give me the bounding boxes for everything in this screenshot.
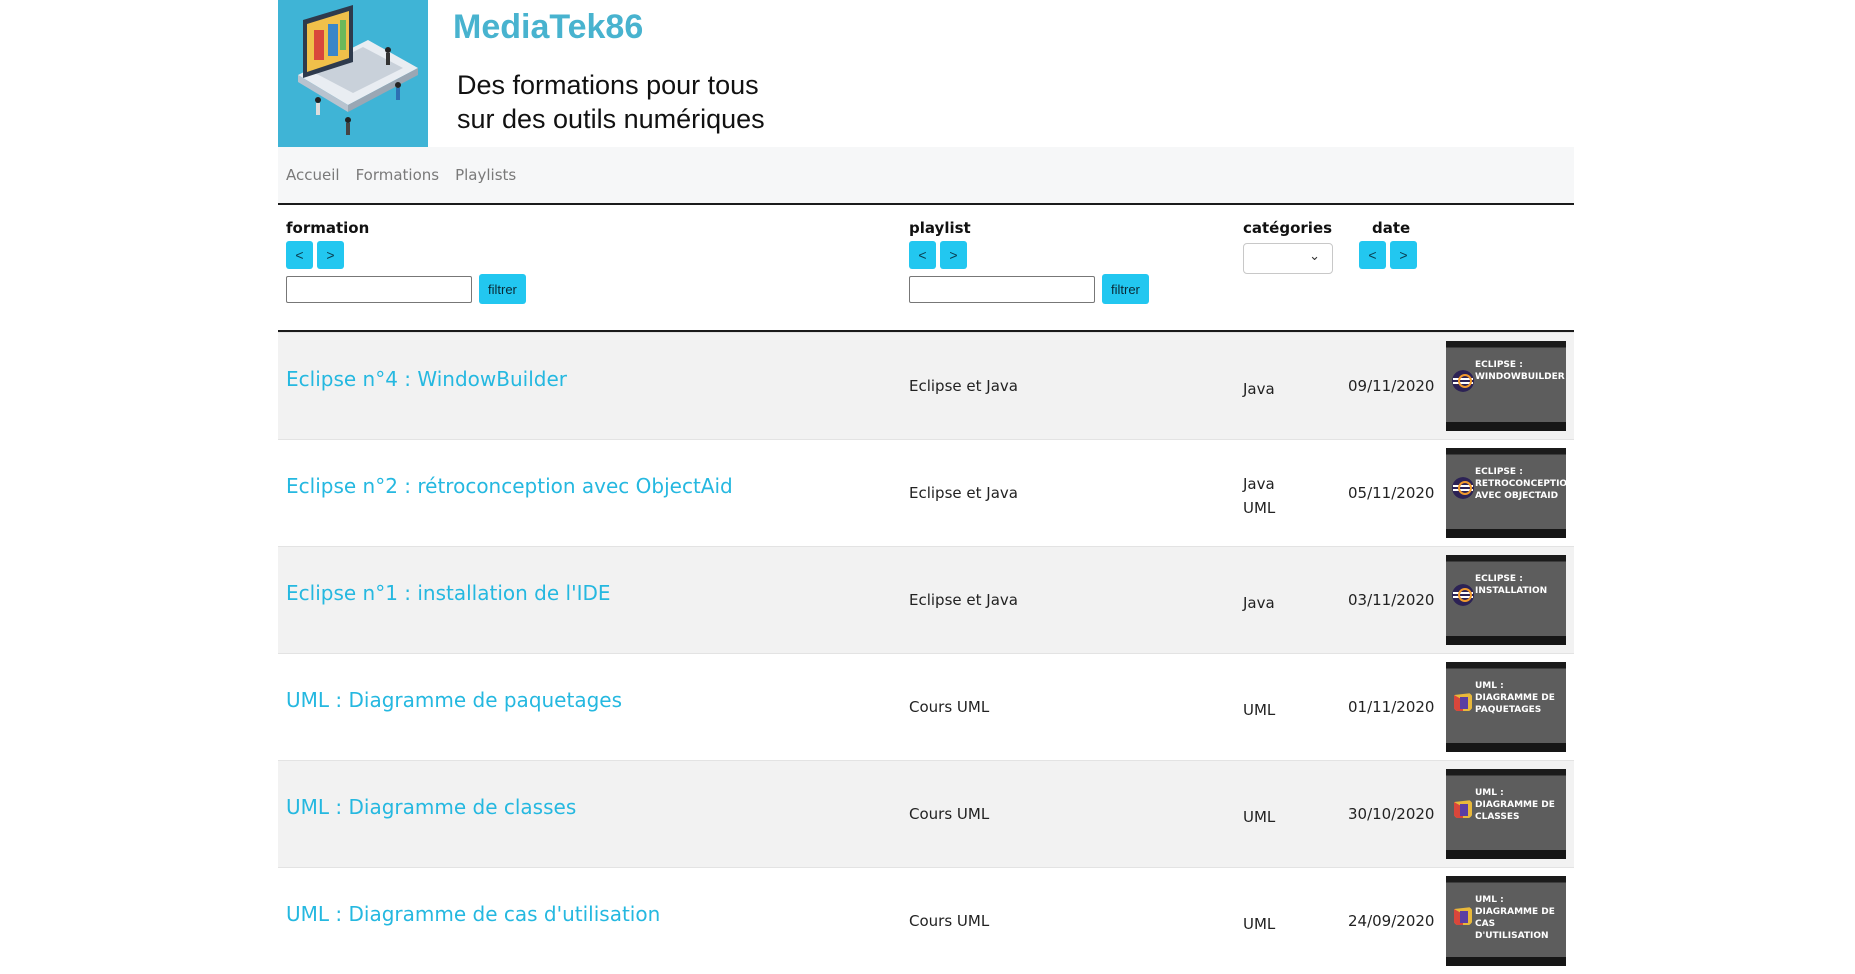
main-navbar: Accueil Formations Playlists <box>278 147 1574 203</box>
page-container: MediaTek86 Des formations pour tous sur … <box>278 0 1574 974</box>
formation-playlist: Eclipse et Java <box>909 484 1018 502</box>
eclipse-icon <box>1452 370 1474 392</box>
column-header-categories: catégories <box>1243 219 1333 237</box>
column-header-date: date <box>1372 219 1411 237</box>
formation-playlist: Eclipse et Java <box>909 377 1018 395</box>
formation-sort-desc-button[interactable]: > <box>317 241 344 269</box>
thumbnail-caption: UML : DIAGRAMME DE CLASSES <box>1475 788 1555 822</box>
formation-categories: UML <box>1243 805 1275 829</box>
eclipse-icon <box>1452 584 1474 606</box>
category-label: UML <box>1243 915 1276 933</box>
formation-filter-button[interactable]: filtrer <box>479 274 526 304</box>
formation-title-link[interactable]: UML : Diagramme de paquetages <box>286 688 622 712</box>
thumbnail-caption: UML : DIAGRAMME DE CAS D'UTILISATION <box>1475 895 1555 941</box>
uml-1-icon <box>1454 907 1472 925</box>
chevron-down-icon: ⌄ <box>1309 249 1320 264</box>
site-tagline: Des formations pour tous sur des outils … <box>457 68 765 136</box>
column-header-formation: formation <box>286 219 370 237</box>
formation-thumbnail[interactable]: UML : DIAGRAMME DE CAS D'UTILISATION <box>1446 876 1566 966</box>
site-logo[interactable] <box>278 0 428 147</box>
uml-4-icon <box>1454 693 1472 711</box>
formation-list: Eclipse n°4 : WindowBuilder Eclipse et J… <box>278 332 1574 974</box>
table-row: UML : Diagramme de paquetages Cours UML … <box>278 653 1574 760</box>
table-row: UML : Diagramme de cas d'utilisation Cou… <box>278 867 1574 974</box>
formation-title-link[interactable]: Eclipse n°2 : rétroconception avec Objec… <box>286 474 733 498</box>
column-header-playlist: playlist <box>909 219 971 237</box>
uml-3-icon <box>1454 800 1472 818</box>
category-label: UML <box>1243 701 1276 719</box>
formation-filter-input[interactable] <box>286 276 472 303</box>
formation-date: 30/10/2020 <box>1348 805 1435 823</box>
playlist-sort-desc-button[interactable]: > <box>940 241 967 269</box>
formation-title-link[interactable]: Eclipse n°1 : installation de l'IDE <box>286 581 611 605</box>
category-label: Java <box>1243 594 1275 612</box>
formation-date: 24/09/2020 <box>1348 912 1435 930</box>
table-header-filters: formation < > filtrer playlist < > filtr… <box>278 205 1574 330</box>
thumbnail-caption: UML : DIAGRAMME DE PAQUETAGES <box>1475 681 1555 715</box>
formation-thumbnail[interactable]: ECLIPSE : RETROCONCEPTION AVEC OBJECTAID <box>1446 448 1566 538</box>
formation-categories: UML <box>1243 912 1275 936</box>
tagline-line-1: Des formations pour tous <box>457 70 759 100</box>
category-label: Java <box>1243 475 1275 493</box>
formation-categories: Java <box>1243 591 1275 615</box>
formation-date: 05/11/2020 <box>1348 484 1435 502</box>
formation-date: 01/11/2020 <box>1348 698 1435 716</box>
nav-link-formations[interactable]: Formations <box>356 166 440 184</box>
thumbnail-caption: ECLIPSE : WINDOWBUILDER <box>1475 360 1565 382</box>
eclipse-icon <box>1452 477 1474 499</box>
formation-playlist: Cours UML <box>909 805 990 823</box>
table-row: UML : Diagramme de classes Cours UML UML… <box>278 760 1574 867</box>
formation-title-link[interactable]: UML : Diagramme de classes <box>286 795 576 819</box>
formation-playlist: Cours UML <box>909 698 990 716</box>
table-row: Eclipse n°4 : WindowBuilder Eclipse et J… <box>278 332 1574 439</box>
formation-sort-asc-button[interactable]: < <box>286 241 313 269</box>
category-label: UML <box>1243 499 1276 517</box>
thumbnail-caption: ECLIPSE : RETROCONCEPTION AVEC OBJECTAID <box>1475 467 1566 501</box>
formation-categories: Java UML <box>1243 472 1275 520</box>
table-row: Eclipse n°2 : rétroconception avec Objec… <box>278 439 1574 546</box>
formation-playlist: Eclipse et Java <box>909 591 1018 609</box>
date-sort-desc-button[interactable]: > <box>1390 241 1417 269</box>
thumbnail-caption: ECLIPSE : INSTALLATION <box>1475 574 1548 596</box>
formation-thumbnail[interactable]: UML : DIAGRAMME DE CLASSES <box>1446 769 1566 859</box>
formation-playlist: Cours UML <box>909 912 990 930</box>
category-label: UML <box>1243 808 1276 826</box>
category-select[interactable]: ⌄ <box>1243 243 1333 274</box>
formation-date: 03/11/2020 <box>1348 591 1435 609</box>
table-row: Eclipse n°1 : installation de l'IDE Ecli… <box>278 546 1574 653</box>
tagline-line-2: sur des outils numériques <box>457 104 765 134</box>
formation-thumbnail[interactable]: ECLIPSE : INSTALLATION <box>1446 555 1566 645</box>
date-sort-asc-button[interactable]: < <box>1359 241 1386 269</box>
formation-categories: Java <box>1243 377 1275 401</box>
playlist-sort-asc-button[interactable]: < <box>909 241 936 269</box>
formation-thumbnail[interactable]: ECLIPSE : WINDOWBUILDER <box>1446 341 1566 431</box>
playlist-filter-button[interactable]: filtrer <box>1102 274 1149 304</box>
formation-thumbnail[interactable]: UML : DIAGRAMME DE PAQUETAGES <box>1446 662 1566 752</box>
nav-link-playlists[interactable]: Playlists <box>455 166 516 184</box>
playlist-filter-input[interactable] <box>909 276 1095 303</box>
nav-link-accueil[interactable]: Accueil <box>286 166 340 184</box>
formation-categories: UML <box>1243 698 1275 722</box>
category-label: Java <box>1243 380 1275 398</box>
formation-title-link[interactable]: UML : Diagramme de cas d'utilisation <box>286 902 660 926</box>
site-title: MediaTek86 <box>453 8 644 46</box>
formation-date: 09/11/2020 <box>1348 377 1435 395</box>
formation-title-link[interactable]: Eclipse n°4 : WindowBuilder <box>286 367 567 391</box>
site-header: MediaTek86 Des formations pour tous sur … <box>278 0 1574 147</box>
laptop-illustration-icon <box>278 0 428 147</box>
